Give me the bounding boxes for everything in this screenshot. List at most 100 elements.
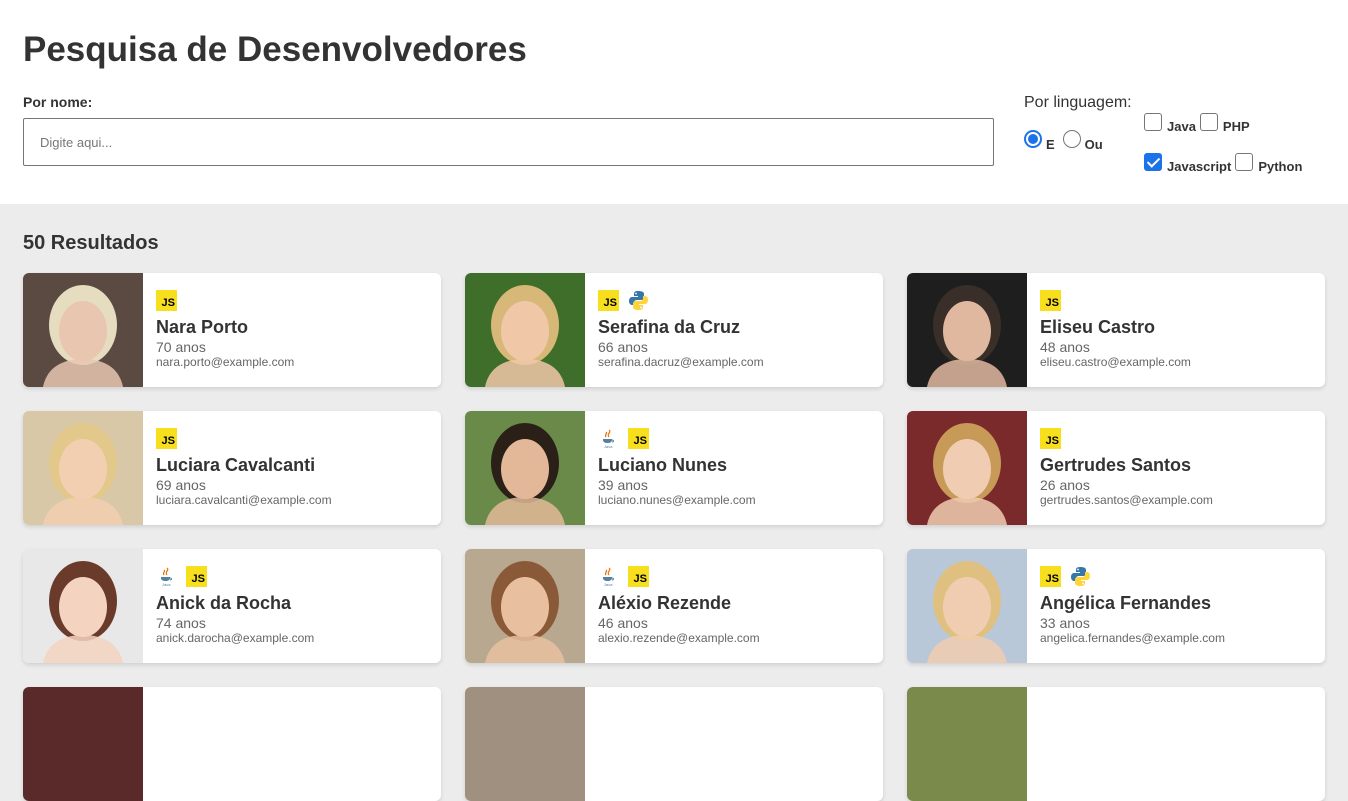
results-count: 50 Resultados xyxy=(23,232,159,254)
radio-e[interactable] xyxy=(1024,130,1042,148)
js-icon: JS xyxy=(1040,427,1061,449)
js-icon: JS xyxy=(628,565,649,587)
developer-card[interactable] xyxy=(907,687,1325,801)
java-icon: Java xyxy=(156,566,177,587)
developer-name: Serafina da Cruz xyxy=(598,317,741,337)
developer-card[interactable]: JS Nara Porto 70 anos nara.porto@example.co… xyxy=(23,273,441,387)
developer-email: anick.darocha@example.com xyxy=(156,631,315,645)
developer-age: 26 anos xyxy=(1040,477,1090,493)
developer-age: 33 anos xyxy=(1040,615,1090,631)
checkbox-python[interactable] xyxy=(1235,153,1254,171)
developer-card[interactable]: Java JS Anick da Rocha 74 anos anick.darocha… xyxy=(23,549,441,663)
developer-info: Java JS Luciano Nunes 39 anos luciano.nunes@… xyxy=(585,411,756,525)
developer-name: Aléxio Rezende xyxy=(598,593,732,613)
developer-email: nara.porto@example.com xyxy=(156,355,295,369)
developer-name: Anick da Rocha xyxy=(156,593,292,613)
developer-languages: JS xyxy=(156,427,332,449)
developer-photo xyxy=(907,273,1027,387)
header: Pesquisa de Desenvolvedores Por nome: Po… xyxy=(0,0,1348,204)
radio-ou[interactable] xyxy=(1062,130,1081,148)
developer-photo xyxy=(465,411,585,525)
developer-info: Java JS Anick da Rocha 74 anos anick.darocha… xyxy=(143,549,314,663)
python-icon xyxy=(1070,566,1091,587)
svg-text:Java: Java xyxy=(162,582,171,587)
search-input[interactable] xyxy=(23,118,994,166)
developer-languages: Java JS xyxy=(598,427,756,449)
developer-languages: JS xyxy=(156,289,294,311)
developer-name: Gertrudes Santos xyxy=(1040,455,1192,475)
developer-email: angelica.fernandes@example.com xyxy=(1040,631,1225,645)
developer-languages: Java JS xyxy=(598,565,760,587)
developer-info xyxy=(1027,687,1040,801)
checkbox-php[interactable] xyxy=(1199,113,1218,131)
developer-photo xyxy=(23,273,143,387)
developer-name: Nara Porto xyxy=(156,317,249,337)
developer-photo xyxy=(23,549,143,663)
developer-email: alexio.rezende@example.com xyxy=(598,631,760,645)
java-icon: Java xyxy=(598,428,619,449)
java-icon: Java xyxy=(598,566,619,587)
developer-email: serafina.dacruz@example.com xyxy=(598,355,764,369)
developer-languages: JS xyxy=(1040,289,1191,311)
name-filter-label: Por nome: xyxy=(23,94,93,110)
developer-name: Luciara Cavalcanti xyxy=(156,455,316,475)
svg-text:Java: Java xyxy=(604,444,613,449)
developer-age: 70 anos xyxy=(156,339,206,355)
developer-card[interactable]: JS Serafina da Cruz 66 anos serafina.dacruz… xyxy=(465,273,883,387)
developer-photo xyxy=(907,411,1027,525)
developer-age: 69 anos xyxy=(156,477,206,493)
developer-photo xyxy=(23,687,143,801)
language-checkbox-row-1: Java PHP xyxy=(1144,113,1254,134)
developer-card[interactable] xyxy=(23,687,441,801)
developer-photo xyxy=(907,549,1027,663)
js-icon: JS xyxy=(186,565,207,587)
developer-languages: JS xyxy=(1040,565,1225,587)
developer-email: gertrudes.santos@example.com xyxy=(1040,493,1213,507)
developer-card[interactable]: Java JS Aléxio Rezende 46 anos alexio.rezend… xyxy=(465,549,883,663)
developer-age: 48 anos xyxy=(1040,339,1090,355)
developer-languages: Java JS xyxy=(156,565,314,587)
radio-ou-label: Ou xyxy=(1084,136,1103,152)
developer-photo xyxy=(23,411,143,525)
developer-card[interactable]: JS Gertrudes Santos 26 anos gertrudes.santo… xyxy=(907,411,1325,525)
radio-e-label: E xyxy=(1046,136,1055,152)
developer-info xyxy=(143,687,156,801)
developer-photo xyxy=(465,687,585,801)
language-filter-label: Por linguagem: xyxy=(1024,94,1132,111)
developer-info: JS Eliseu Castro 48 anos eliseu.castro@exam… xyxy=(1027,273,1191,387)
js-icon: JS xyxy=(1040,289,1061,311)
developer-photo xyxy=(465,273,585,387)
svg-text:Java: Java xyxy=(604,582,613,587)
language-checkbox-row-2: Javascript Python xyxy=(1144,153,1306,174)
developer-languages: JS xyxy=(598,289,764,311)
developer-name: Angélica Fernandes xyxy=(1040,593,1212,613)
developer-name: Luciano Nunes xyxy=(598,455,728,475)
developer-card[interactable]: JS Angélica Fernandes 33 anos angelica.fern… xyxy=(907,549,1325,663)
checkbox-java[interactable] xyxy=(1144,113,1162,131)
checkbox-java-label: Java xyxy=(1167,118,1196,134)
developer-card[interactable]: JS Eliseu Castro 48 anos eliseu.castro@exam… xyxy=(907,273,1325,387)
checkbox-javascript-label: Javascript xyxy=(1167,158,1232,174)
developer-photo xyxy=(907,687,1027,801)
js-icon: JS xyxy=(156,289,177,311)
js-icon: JS xyxy=(1040,565,1061,587)
python-icon xyxy=(628,290,649,311)
operator-radio-group: E Ou xyxy=(1024,130,1103,152)
developer-card[interactable]: Java JS Luciano Nunes 39 anos luciano.nunes@… xyxy=(465,411,883,525)
developer-languages: JS xyxy=(1040,427,1213,449)
developer-card[interactable] xyxy=(465,687,883,801)
developer-photo xyxy=(465,549,585,663)
checkbox-javascript[interactable] xyxy=(1144,153,1162,171)
developer-email: luciano.nunes@example.com xyxy=(598,493,756,507)
js-icon: JS xyxy=(156,427,177,449)
developer-info: JS Angélica Fernandes 33 anos angelica.fern… xyxy=(1027,549,1225,663)
checkbox-python-label: Python xyxy=(1258,158,1303,174)
results-grid: JS Nara Porto 70 anos nara.porto@example.co… xyxy=(23,273,1325,801)
developer-card[interactable]: JS Luciara Cavalcanti 69 anos luciara.caval… xyxy=(23,411,441,525)
developer-age: 74 anos xyxy=(156,615,206,631)
developer-info: JS Luciara Cavalcanti 69 anos luciara.caval… xyxy=(143,411,332,525)
developer-info xyxy=(585,687,598,801)
developer-age: 39 anos xyxy=(598,477,648,493)
checkbox-php-label: PHP xyxy=(1222,118,1250,134)
developer-email: luciara.cavalcanti@example.com xyxy=(156,493,332,507)
